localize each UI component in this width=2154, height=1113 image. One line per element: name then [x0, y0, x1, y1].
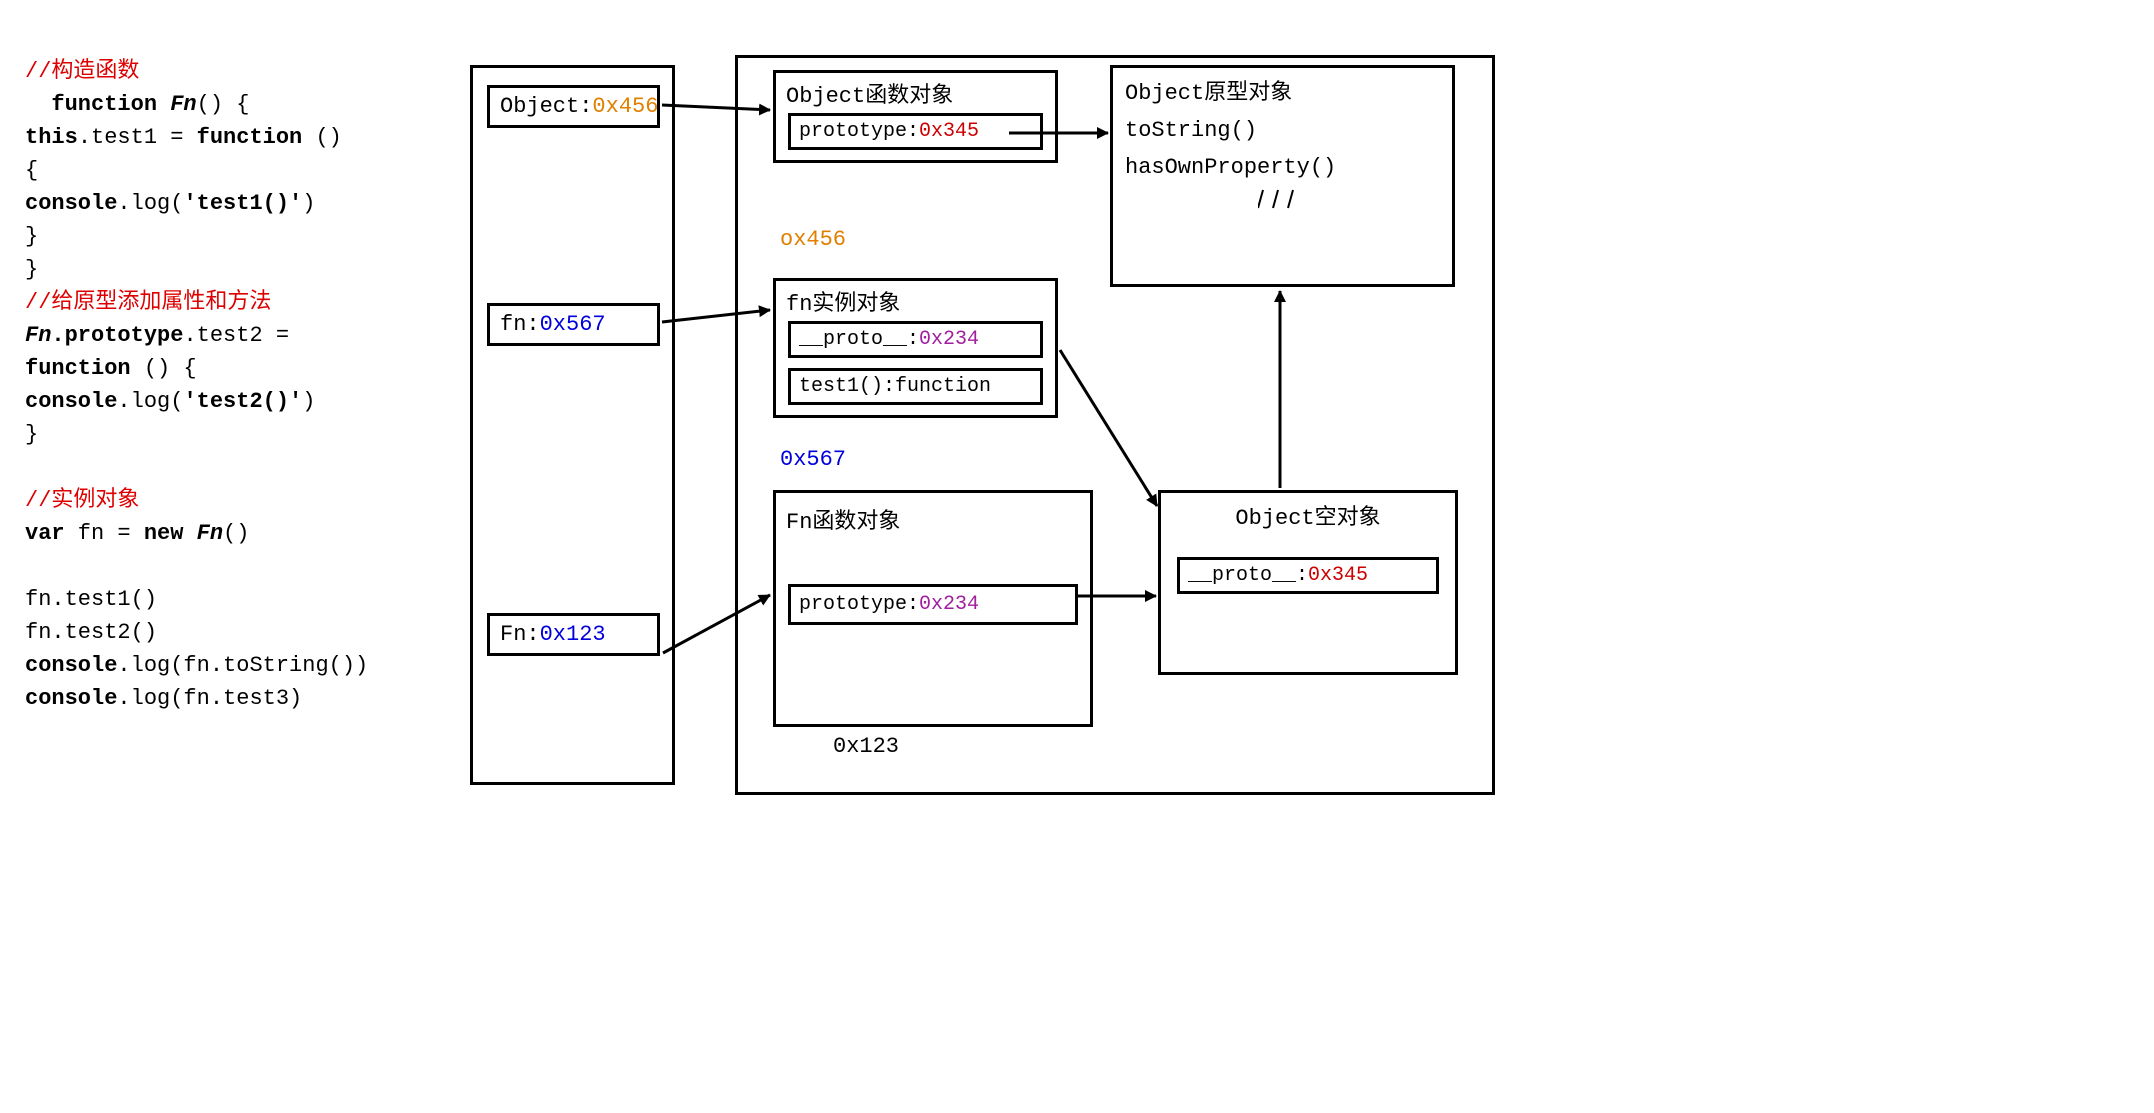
stack-var-fn: fn:0x567 — [487, 303, 660, 346]
fn-instance-proto: __proto__:0x234 — [788, 321, 1043, 358]
heap-box-object-func: Object函数对象 prototype:0x345 — [773, 70, 1058, 163]
heap-box-fn-instance: fn实例对象 __proto__:0x234 test1():function — [773, 278, 1058, 418]
heap-box-Fn-func: Fn函数对象 prototype:0x234 — [773, 490, 1093, 727]
comment-2: //给原型添加属性和方法 — [25, 290, 271, 315]
stack-var-Fn: Fn:0x123 — [487, 613, 660, 656]
comment-1: //构造函数 — [25, 59, 139, 84]
heap-addr-0x567: 0x567 — [780, 447, 846, 472]
fn-instance-test1: test1():function — [788, 368, 1043, 405]
code-block: //构造函数 function Fn() { this.test1 = func… — [25, 55, 445, 715]
heap-addr-0x123: 0x123 — [833, 734, 899, 759]
Fn-func-prototype: prototype:0x234 — [788, 584, 1078, 625]
heap-addr-ox456: ox456 — [780, 227, 846, 252]
object-empty-proto: __proto__:0x345 — [1177, 557, 1439, 594]
object-empty-box: Object空对象 __proto__:0x345 — [1158, 490, 1458, 675]
object-prototype-box: Object原型对象 toString() hasOwnProperty() — [1110, 65, 1455, 287]
object-func-prototype: prototype:0x345 — [788, 113, 1043, 150]
ellipsis-icon — [1113, 186, 1452, 218]
comment-3: //实例对象 — [25, 488, 139, 513]
stack-region — [470, 65, 675, 785]
stack-var-object: Object:0x456 — [487, 85, 660, 128]
